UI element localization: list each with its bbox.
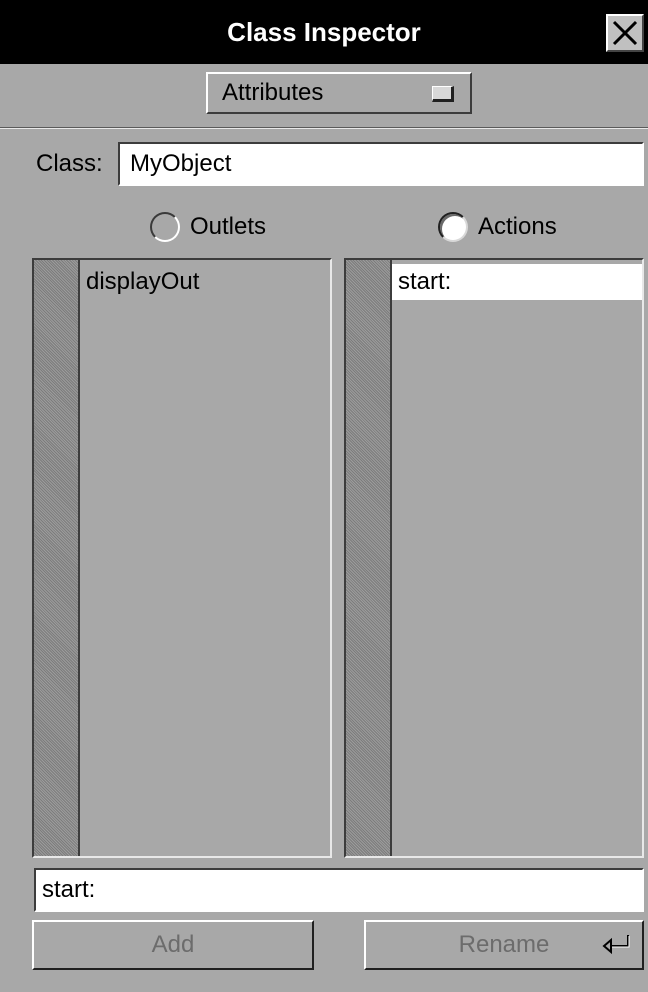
outlets-radio-label[interactable]: Outlets: [190, 211, 266, 243]
name-input[interactable]: start:: [34, 868, 644, 912]
list-item[interactable]: displayOut: [80, 264, 330, 300]
outlets-list[interactable]: displayOut: [32, 258, 332, 858]
popup-indicator-icon: [432, 86, 454, 102]
close-button[interactable]: [606, 14, 644, 52]
popup-selected-label: Attributes: [222, 79, 324, 106]
rename-button-label: Rename: [458, 931, 550, 958]
actions-list[interactable]: start:: [344, 258, 644, 858]
outlets-radio-button[interactable]: [150, 212, 180, 242]
actions-radio-button[interactable]: [438, 212, 468, 242]
return-key-icon: [602, 935, 630, 955]
separator: [0, 127, 648, 129]
class-name-field[interactable]: MyObject: [118, 142, 644, 186]
class-label: Class:: [36, 150, 103, 177]
add-button-label: Add: [151, 931, 195, 958]
add-button[interactable]: Add: [32, 920, 314, 970]
outlets-list-stripe: [34, 260, 80, 856]
rename-button[interactable]: Rename: [364, 920, 644, 970]
window-title: Class Inspector: [227, 16, 421, 47]
inspector-mode-popup[interactable]: Attributes: [206, 72, 472, 114]
close-icon: [612, 20, 638, 46]
actions-list-stripe: [346, 260, 392, 856]
actions-radio-label[interactable]: Actions: [478, 211, 557, 243]
list-item[interactable]: start:: [392, 264, 642, 300]
